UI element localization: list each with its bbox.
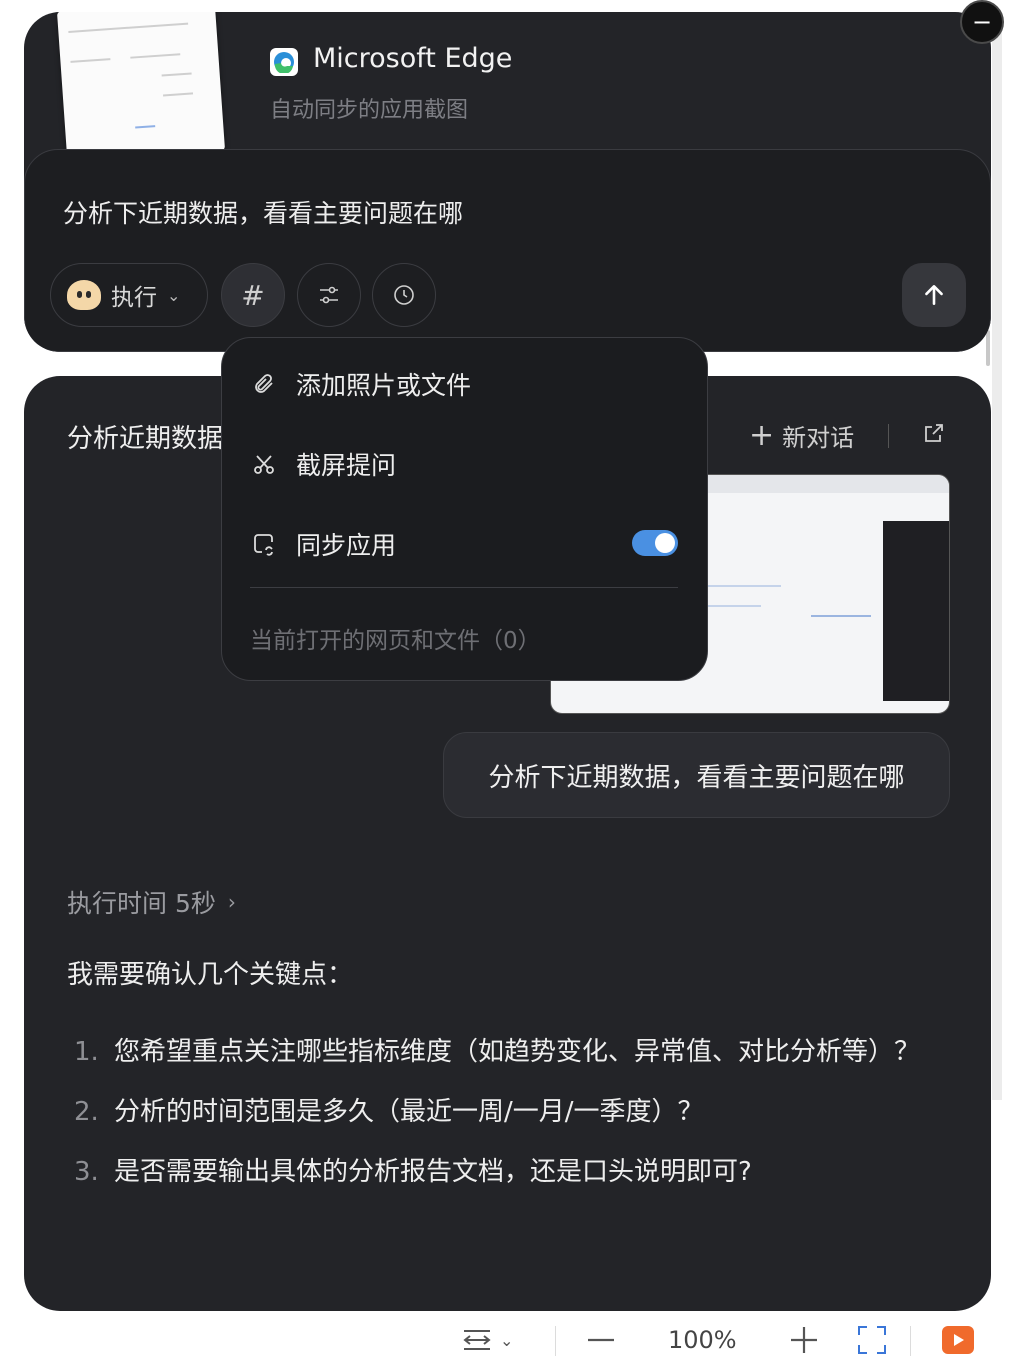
exec-time-label: 执行时间 5秒 [67, 889, 216, 918]
exec-time-toggle[interactable]: 执行时间 5秒 › [67, 884, 236, 920]
app-context-card: Microsoft Edge 自动同步的应用截图 分析下近期数据，看看主要问题在… [24, 12, 991, 352]
header-divider [888, 424, 889, 448]
menu-item-label: 添加照片或文件 [296, 371, 472, 400]
scrollbar-thumb[interactable] [986, 330, 990, 366]
play-icon [942, 1326, 974, 1354]
question-list: 1. 您希望重点关注哪些指标维度（如趋势变化、异常值、对比分析等）？ 2. 分析… [74, 1026, 934, 1206]
conversation-title: 分析近期数据 [67, 424, 224, 454]
menu-item-sync-app[interactable]: 同步应用 [250, 526, 396, 562]
new-chat-label: 新对话 [782, 424, 855, 452]
fit-width-icon [463, 1330, 491, 1350]
zoom-level: 100% [668, 1326, 737, 1354]
composer-input[interactable]: 分析下近期数据，看看主要问题在哪 [63, 194, 463, 230]
list-text: 您希望重点关注哪些指标维度（如趋势变化、异常值、对比分析等）？ [114, 1037, 921, 1067]
chevron-right-icon: › [227, 890, 236, 914]
hash-button[interactable]: # [221, 263, 285, 327]
app-title: Microsoft Edge [313, 43, 513, 74]
list-text: 是否需要输出具体的分析报告文档，还是口头说明即可? [114, 1157, 752, 1187]
arrow-up-icon [925, 285, 943, 305]
hash-icon: # [241, 278, 265, 312]
list-number: 2. [74, 1097, 99, 1127]
list-item: 2. 分析的时间范围是多久（最近一周/一月/一季度）？ [74, 1086, 934, 1138]
sync-app-icon [250, 530, 278, 558]
plus-icon: + [749, 418, 775, 453]
close-button[interactable]: − [960, 0, 1004, 44]
list-number: 3. [74, 1157, 99, 1187]
attach-menu: 添加照片或文件 截屏提问 同步应用 当前打开的网页和文件（0） [221, 337, 708, 681]
app-screenshot-thumbnail[interactable] [56, 12, 226, 162]
record-button[interactable] [942, 1320, 974, 1360]
toolbar-divider [910, 1326, 911, 1356]
scrollbar-track[interactable] [992, 30, 1002, 1100]
plus-icon [791, 1327, 817, 1353]
zoom-in-button[interactable] [789, 1320, 819, 1360]
fit-width-dropdown[interactable]: ⌄ [460, 1320, 513, 1360]
clock-icon [394, 285, 414, 305]
app-subtitle: 自动同步的应用截图 [270, 98, 469, 123]
toolbar-divider [555, 1326, 556, 1356]
user-message: 分析下近期数据，看看主要问题在哪 [443, 732, 950, 818]
minus-icon [588, 1338, 614, 1342]
history-button[interactable] [372, 263, 436, 327]
minus-icon: − [971, 8, 993, 36]
list-text: 分析的时间范围是多久（最近一周/一月/一季度）？ [114, 1097, 704, 1127]
expand-icon [858, 1326, 886, 1354]
open-files-label: 当前打开的网页和文件（0） [250, 628, 541, 654]
list-item: 3. 是否需要输出具体的分析报告文档，还是口头说明即可? [74, 1146, 934, 1198]
menu-item-add-file[interactable]: 添加照片或文件 [250, 366, 471, 402]
mode-label: 执行 [111, 285, 157, 311]
mascot-icon [67, 280, 101, 310]
sliders-icon [320, 286, 338, 304]
list-number: 1. [74, 1037, 99, 1067]
edge-icon [270, 48, 298, 76]
settings-button[interactable] [297, 263, 361, 327]
zoom-out-button[interactable] [586, 1320, 616, 1360]
menu-item-label: 截屏提问 [296, 451, 397, 480]
paperclip-icon [250, 370, 278, 398]
scissors-icon [250, 450, 278, 478]
menu-divider [250, 587, 678, 588]
list-item: 1. 您希望重点关注哪些指标维度（如趋势变化、异常值、对比分析等）？ [74, 1026, 934, 1078]
chevron-down-icon: ⌄ [167, 285, 181, 305]
assistant-intro: 我需要确认几个关键点： [67, 960, 354, 990]
new-chat-button[interactable]: + 新对话 [749, 418, 854, 453]
send-button[interactable] [902, 263, 966, 327]
composer: 分析下近期数据，看看主要问题在哪 执行 ⌄ # [24, 149, 991, 352]
fullscreen-button[interactable] [856, 1320, 888, 1360]
mode-dropdown[interactable]: 执行 ⌄ [50, 263, 208, 327]
chevron-down-icon: ⌄ [500, 1330, 514, 1350]
sync-app-toggle[interactable] [632, 530, 678, 556]
menu-item-screenshot[interactable]: 截屏提问 [250, 446, 396, 482]
external-link-button[interactable] [922, 421, 946, 449]
menu-item-label: 同步应用 [296, 531, 397, 560]
external-link-icon [925, 424, 943, 442]
bottom-toolbar: ⌄ 100% [0, 1312, 1020, 1368]
